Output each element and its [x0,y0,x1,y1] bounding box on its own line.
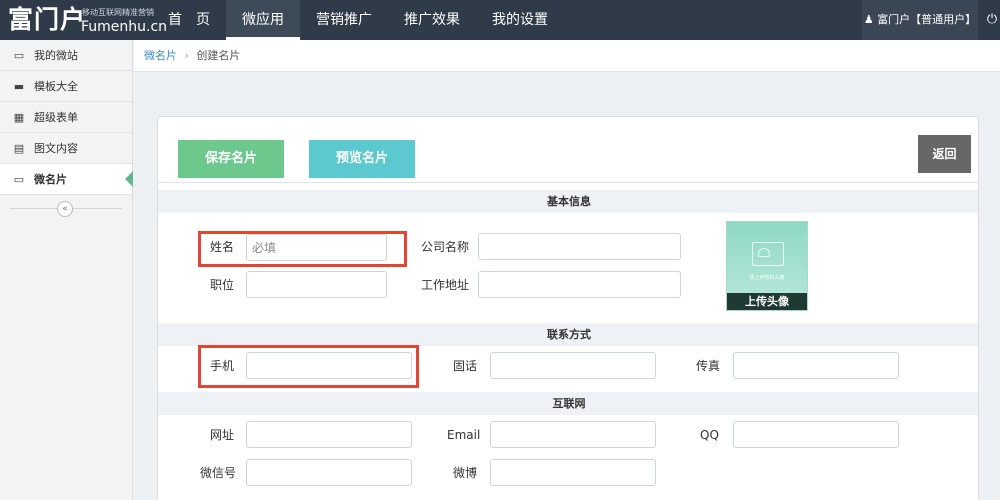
section-basic-info: 基本信息 [158,190,978,213]
breadcrumb-current: 创建名片 [196,49,241,62]
breadcrumb-parent-link[interactable]: 微名片 [144,49,177,62]
fax-input[interactable] [733,352,899,379]
sidebar-collapse-row: « [0,195,132,223]
preview-card-button[interactable]: 预览名片 [309,140,415,178]
nav-item-effects[interactable]: 推广效果 [388,0,476,40]
sidebar-item-label: 图文内容 [34,142,78,155]
breadcrumb-separator: › [184,49,189,62]
sidebar-item-articles[interactable]: ▤ 图文内容 [0,133,132,164]
wechat-label: 微信号 [200,466,237,480]
power-icon[interactable]: ⏻ [984,0,1000,40]
email-label: Email [447,428,481,442]
mobile-label: 手机 [210,359,235,373]
user-menu[interactable]: ♟ 富门户【普通用户】 [862,0,978,40]
sidebar-item-my-site[interactable]: ▭ 我的微站 [0,40,132,71]
section-internet: 互联网 [158,392,978,415]
top-bar: 富门户 移动互联网精准营销 Fumenhu.cn 首 页 微应用 营销推广 推广… [0,0,1000,40]
book-icon: ▤ [13,142,25,155]
sidebar-item-templates[interactable]: ▬ 模板大全 [0,71,132,102]
website-input[interactable] [246,421,412,448]
upload-avatar-button[interactable]: 上传头像 [727,293,807,310]
position-input[interactable] [246,271,387,298]
main-nav: 首 页 微应用 营销推广 推广效果 我的设置 [152,0,564,40]
user-label: 富门户【普通用户】 [877,13,977,26]
business-card-form: 保存名片 预览名片 返回 基本信息 姓名 公司名称 职位 工作地址 请上传您的头… [157,116,979,500]
qq-label: QQ [700,428,719,442]
breadcrumb: 微名片 › 创建名片 [134,40,1000,72]
user-icon: ♟ [863,13,874,26]
toolbar-divider [158,182,978,183]
email-input[interactable] [490,421,656,448]
company-label: 公司名称 [421,240,470,254]
brand-logo[interactable]: 富门户 移动互联网精准营销 Fumenhu.cn [4,3,167,37]
section-contact: 联系方式 [158,323,978,346]
image-upload-icon [752,242,784,266]
qq-input[interactable] [733,421,899,448]
sidebar-item-forms[interactable]: ▦ 超级表单 [0,102,132,133]
calendar-icon: ▦ [13,111,25,124]
sidebar-item-label: 我的微站 [34,49,78,62]
sidebar-item-label: 模板大全 [34,80,78,93]
phone-label: 固话 [453,359,478,373]
weibo-input[interactable] [490,459,656,486]
company-input[interactable] [478,233,681,260]
logo-tagline: 移动互联网精准营销 [82,8,154,17]
folder-icon: ▬ [13,80,25,93]
nav-item-micro-apps[interactable]: 微应用 [226,0,300,40]
back-button[interactable]: 返回 [918,135,971,173]
nav-item-home[interactable]: 首 页 [152,0,226,40]
save-card-button[interactable]: 保存名片 [178,140,284,178]
address-input[interactable] [478,271,681,298]
mobile-input[interactable] [246,352,412,379]
wechat-input[interactable] [246,459,412,486]
address-label: 工作地址 [421,278,470,292]
fax-label: 传真 [696,359,721,373]
logo-text: 富门户 [8,5,87,34]
avatar-upload[interactable]: 请上传您的头像 上传头像 [726,221,808,311]
nav-item-marketing[interactable]: 营销推广 [300,0,388,40]
sidebar-item-business-card[interactable]: ▭ 微名片 [0,164,133,195]
weibo-label: 微博 [453,466,478,480]
phone-input[interactable] [490,352,656,379]
nav-item-settings[interactable]: 我的设置 [476,0,564,40]
website-label: 网址 [210,428,235,442]
name-input[interactable] [246,234,387,261]
collapse-icon[interactable]: « [57,201,73,217]
sidebar-item-label: 微名片 [34,173,67,186]
card-icon: ▭ [13,173,25,186]
sidebar: ▭ 我的微站 ▬ 模板大全 ▦ 超级表单 ▤ 图文内容 ▭ 微名片 « [0,40,133,500]
name-label: 姓名 [210,240,235,254]
monitor-icon: ▭ [13,49,25,62]
position-label: 职位 [210,278,235,292]
avatar-hint: 请上传您的头像 [749,275,785,281]
sidebar-item-label: 超级表单 [34,111,78,124]
